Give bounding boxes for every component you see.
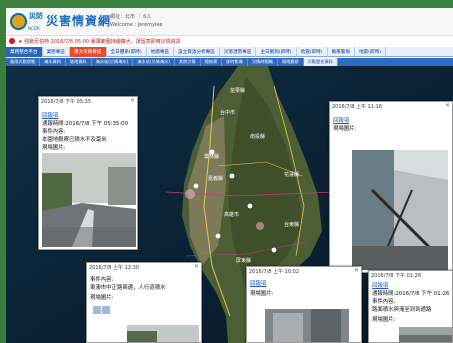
subnav-tab[interactable]: 坡地資料	[66, 58, 92, 66]
report-marker	[229, 173, 235, 179]
close-icon[interactable]: ✕	[194, 263, 199, 270]
popup-line: 事件內容:	[372, 299, 396, 305]
map-label: 高雄市	[224, 211, 239, 218]
site-header: 災防 NCDR 災害情資網 網址：北市 ｜ 6人 Welcome : jerem…	[6, 8, 453, 36]
popup-line: 現場圖片:	[42, 145, 66, 151]
map-label: 花蓮縣	[284, 171, 299, 178]
satellite-map[interactable]: 苗栗縣 台中市 南投縣 雲林縣 嘉義縣 高雄市 台東縣 屏東縣 花蓮縣 2016…	[6, 66, 453, 343]
subnav-tab[interactable]: 淹水站(災情淹水)	[92, 58, 134, 66]
nav-tab[interactable]: 全日體系(即時)	[107, 47, 147, 57]
map-label: 苗栗縣	[230, 87, 245, 94]
popup-link[interactable]: 回報項	[333, 116, 349, 124]
user-info: 網址：北市 ｜ 6人	[110, 14, 152, 20]
popup-line: 路面積水與淹至到到通路	[372, 307, 432, 313]
report-marker	[247, 203, 253, 209]
popup-line: 本園地觀察已積水不及毫米	[42, 137, 107, 143]
popup-title: 2016/7/8 上午 10:02	[249, 269, 300, 275]
report-photo[interactable]	[42, 153, 136, 247]
report-marker	[271, 247, 277, 253]
popup-line: 現場圖片:	[90, 295, 114, 301]
popup-title: 2016/7/8 下午 05:35	[41, 99, 92, 105]
city-area-marker	[256, 222, 264, 230]
report-marker	[209, 149, 215, 155]
nav-tab[interactable]: 業務專區	[43, 47, 70, 57]
subnav-tab[interactable]: 淹水資料	[40, 58, 66, 66]
nav-tab[interactable]: 重大災情專區	[69, 47, 107, 57]
nav-tab[interactable]: 主日觀測(即時)	[256, 47, 297, 57]
nav-tab[interactable]: 設立資源分析專區	[174, 47, 220, 57]
close-icon[interactable]: ✕	[354, 267, 359, 274]
close-icon[interactable]: ✕	[130, 97, 135, 104]
subnav-tab[interactable]: 總結果	[201, 58, 223, 66]
popup-line: 事件內容:	[42, 129, 66, 135]
subnav-tab[interactable]: 淹水站(災情淹水)	[133, 58, 175, 66]
report-popup-bottom-center[interactable]: 2016/7/8 上午 10:02 ✕ 回報項 現場圖片:	[246, 266, 362, 343]
report-popup-left[interactable]: 2016/7/8 下午 05:35 ✕ 回報項 通報時間:2016/7/8 下午…	[38, 96, 138, 250]
nav-tab[interactable]: 地圖專區	[147, 47, 175, 57]
report-popup-right[interactable]: 2016/7/8 上午 11:16 ✕ 回報項 現場圖片:	[329, 101, 453, 273]
popup-line: 現場圖片:	[250, 291, 274, 297]
popup-link[interactable]: 回報項	[250, 279, 266, 287]
popup-line: 通報時間:2016/7/8 下午 01:26	[372, 291, 450, 297]
report-popup-bottom-left[interactable]: 2016/7/8 上午 12:30 ✕ 事件內容: 東澳市中正路兩邊，人行道積水…	[86, 262, 202, 343]
secondary-nav: 風雨災點狀態 淹水資料 坡地資料 淹水站(災情淹水) 淹水站(災情淹水) 其他災…	[6, 58, 453, 66]
popup-line: 東澳市中正路兩邊，人行道積水	[90, 285, 166, 291]
site-title[interactable]: 災害情資網	[46, 12, 111, 29]
subnav-tab[interactable]: 即時影像	[222, 58, 248, 66]
report-photo[interactable]	[399, 327, 452, 342]
popup-title: 2016/7/8 上午 12:30	[89, 265, 140, 271]
logo-subtitle: NCDR	[28, 26, 40, 31]
report-popup-bottom-right[interactable]: 2016/7/8 下午 01:26 回報項 通報時間:2016/7/8 下午 0…	[368, 270, 453, 343]
alert-ticker: ★ 強颱尼伯特 2016/7/8 05:00 暴風範圍持續擴大，請留意即時災情資…	[6, 36, 453, 47]
map-label: 台東縣	[284, 221, 299, 228]
popup-line: 現場圖片:	[333, 126, 357, 132]
nav-tab[interactable]: 颱風警報	[328, 47, 355, 57]
map-label: 南投縣	[250, 133, 265, 140]
report-marker	[215, 233, 221, 239]
subnav-tab[interactable]: 其他災情	[175, 58, 201, 66]
ncdr-logo-icon[interactable]	[10, 13, 27, 30]
primary-nav: 業務整合平台 業務專區 重大災情專區 全日體系(即時) 地圖專區 設立資源分析專…	[6, 47, 453, 57]
popup-line: 現場圖片:	[372, 317, 396, 323]
nav-tab[interactable]: 業務整合平台	[6, 47, 43, 57]
report-photo[interactable]	[127, 325, 199, 342]
map-label: 台中市	[220, 109, 235, 116]
alert-text[interactable]: ★ 強颱尼伯特 2016/7/8 05:00 暴風範圍持續擴大，請留意即時災情資…	[18, 38, 181, 45]
report-photo[interactable]	[352, 150, 448, 270]
popup-line: 通報時間:2016/7/8 下午 05:35:00	[42, 121, 129, 127]
popup-title: 2016/7/8 下午 01:26	[371, 273, 422, 279]
close-icon[interactable]: ✕	[445, 102, 450, 109]
city-area-marker	[185, 189, 195, 199]
alert-icon	[9, 38, 15, 44]
subnav-tab[interactable]: 災情時間軸	[248, 58, 278, 66]
popup-link[interactable]: 回報項	[42, 111, 58, 119]
map-label: 屏東縣	[236, 257, 251, 264]
popup-title: 2016/7/8 上午 11:16	[332, 104, 383, 110]
welcome-text: Welcome : jeremylee	[110, 22, 163, 28]
thumbnail-icon[interactable]	[93, 303, 111, 317]
subnav-tab[interactable]: 災點歷史資料	[303, 58, 338, 66]
nav-tab[interactable]: 地震(即時)	[297, 47, 328, 57]
logo-abbr: 災防	[29, 12, 43, 20]
popup-link[interactable]: 回報項	[372, 281, 388, 289]
map-label: 嘉義縣	[208, 175, 223, 182]
nav-tab[interactable]: 災害潛勢專區	[220, 47, 257, 57]
nav-tab[interactable]: 地震(即時)	[355, 47, 386, 57]
report-marker	[193, 183, 199, 189]
popup-line: 事件內容:	[90, 277, 114, 283]
subnav-tab[interactable]: 風雨災點狀態	[6, 58, 41, 66]
subnav-tab[interactable]: 現地觀察	[278, 58, 304, 66]
report-photo[interactable]	[265, 309, 349, 342]
screenshot-window: 災防 NCDR 災害情資網 網址：北市 ｜ 6人 Welcome : jerem…	[6, 8, 453, 343]
